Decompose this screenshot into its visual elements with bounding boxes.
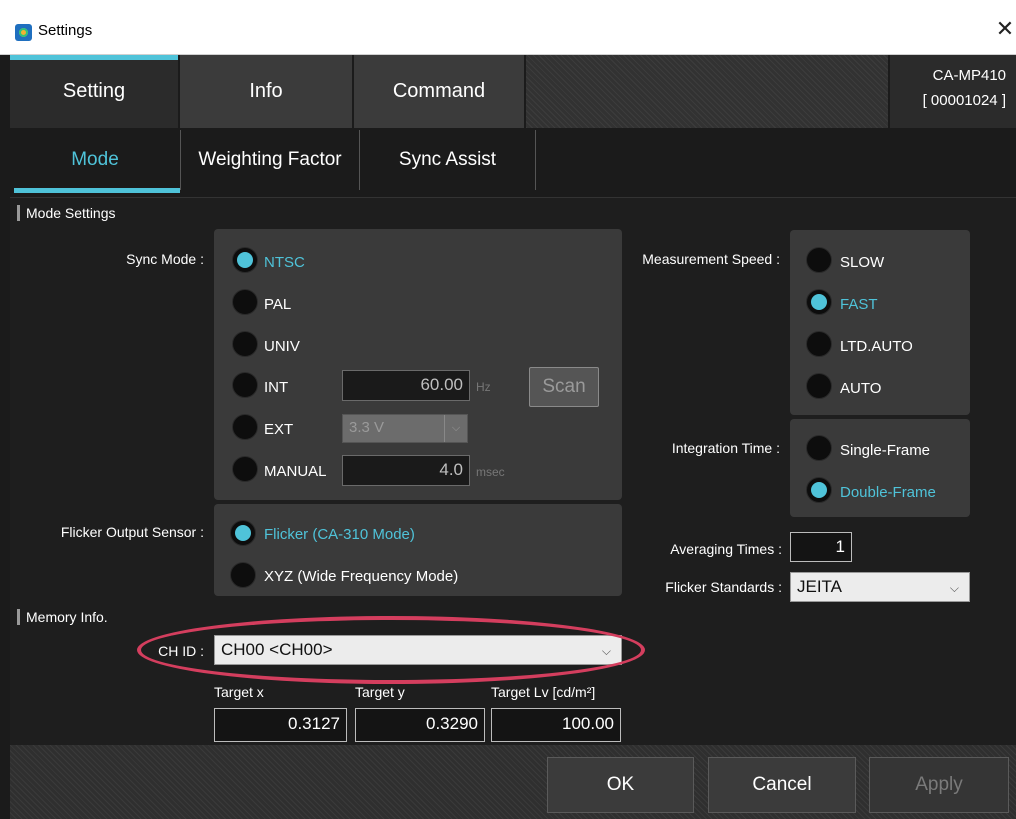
radio-label-auto: AUTO <box>840 380 882 397</box>
integration-time-label: Integration Time : <box>671 440 780 456</box>
radio-label-int: INT <box>264 379 289 396</box>
section-title-mode-settings: Mode Settings <box>26 205 116 221</box>
scan-button[interactable]: Scan <box>529 367 599 407</box>
button-bar <box>10 745 1016 819</box>
ok-button[interactable]: OK <box>547 757 694 813</box>
window-title: Settings <box>38 22 93 39</box>
radio-label-fast: FAST <box>840 296 878 313</box>
radio-label-ntsc: NTSC <box>264 254 305 271</box>
radio-fast[interactable] <box>806 289 832 315</box>
subtab-mode[interactable]: Mode <box>10 130 180 190</box>
averaging-times-label: Averaging Times : <box>670 541 782 557</box>
measurement-speed-label: Measurement Speed : <box>642 251 780 267</box>
radio-ext[interactable] <box>232 414 258 440</box>
active-tab-indicator <box>10 55 178 60</box>
section-title-memory-info: Memory Info. <box>26 609 108 625</box>
radio-pal[interactable] <box>232 289 258 315</box>
tab-command[interactable]: Command <box>354 55 524 128</box>
flicker-standards-value: JEITA <box>797 577 843 596</box>
cancel-button[interactable]: Cancel <box>708 757 856 813</box>
radio-ltd-auto[interactable] <box>806 331 832 357</box>
target-lv-field[interactable]: 100.00 <box>491 708 621 742</box>
manual-unit-label: msec <box>476 465 505 479</box>
radio-double-frame[interactable] <box>806 477 832 503</box>
tab-info[interactable]: Info <box>180 55 352 128</box>
radio-label-single-frame: Single-Frame <box>840 442 931 459</box>
radio-manual[interactable] <box>232 456 258 482</box>
int-unit-label: Hz <box>476 380 491 394</box>
tab-bar-filler <box>526 55 888 128</box>
radio-label-manual: MANUAL <box>264 463 327 480</box>
radio-slow[interactable] <box>806 247 832 273</box>
radio-xyz-wide[interactable] <box>230 562 256 588</box>
radio-label-ltd-auto: LTD.AUTO <box>840 338 913 355</box>
active-subtab-indicator <box>14 188 180 193</box>
highlight-ellipse <box>137 616 645 684</box>
radio-label-double-frame: Double-Frame <box>840 484 936 501</box>
subtab-weighting-factor[interactable]: Weighting Factor <box>180 130 360 190</box>
radio-label-xyz-wide: XYZ (Wide Frequency Mode) <box>264 568 459 585</box>
apply-button[interactable]: Apply <box>869 757 1009 813</box>
radio-single-frame[interactable] <box>806 435 832 461</box>
target-lv-label: Target Lv [cd/m²] <box>491 684 596 700</box>
title-bar <box>0 0 1016 55</box>
averaging-times-input[interactable]: 1 <box>790 532 852 562</box>
chevron-down-icon: ⌵ <box>444 415 467 442</box>
ext-voltage-select[interactable]: 3.3 V ⌵ <box>342 414 468 443</box>
close-icon[interactable]: ✕ <box>994 18 1016 42</box>
radio-auto[interactable] <box>806 373 832 399</box>
radio-label-ext: EXT <box>264 421 294 438</box>
window-left-edge <box>0 55 10 819</box>
flicker-standards-label: Flicker Standards : <box>665 579 782 595</box>
target-y-label: Target y <box>355 684 405 700</box>
radio-label-flicker-ca310: Flicker (CA-310 Mode) <box>264 526 415 543</box>
ext-voltage-value: 3.3 V <box>349 419 385 436</box>
section-marker <box>17 609 20 625</box>
sync-mode-label: Sync Mode : <box>126 251 204 267</box>
section-marker <box>17 205 20 221</box>
int-frequency-input[interactable]: 60.00 <box>342 370 470 401</box>
radio-univ[interactable] <box>232 331 258 357</box>
manual-time-input[interactable]: 4.0 <box>342 455 470 486</box>
app-icon <box>15 24 32 41</box>
target-x-label: Target x <box>214 684 264 700</box>
target-x-field[interactable]: 0.3127 <box>214 708 347 742</box>
device-name: CA-MP410 <box>932 67 1006 84</box>
flicker-standards-select[interactable]: JEITA ⌵ <box>790 572 970 602</box>
radio-label-pal: PAL <box>264 296 292 313</box>
subtab-sync-assist[interactable]: Sync Assist <box>360 130 536 190</box>
radio-int[interactable] <box>232 372 258 398</box>
device-serial: [ 00001024 ] <box>922 92 1006 109</box>
chevron-down-icon: ⌵ <box>949 581 959 595</box>
radio-ntsc[interactable] <box>232 247 258 273</box>
radio-flicker-ca310[interactable] <box>230 520 256 546</box>
tab-setting[interactable]: Setting <box>10 55 178 128</box>
flicker-output-sensor-label: Flicker Output Sensor : <box>60 524 204 540</box>
target-y-field[interactable]: 0.3290 <box>355 708 485 742</box>
radio-label-univ: UNIV <box>264 338 300 355</box>
radio-label-slow: SLOW <box>840 254 885 271</box>
